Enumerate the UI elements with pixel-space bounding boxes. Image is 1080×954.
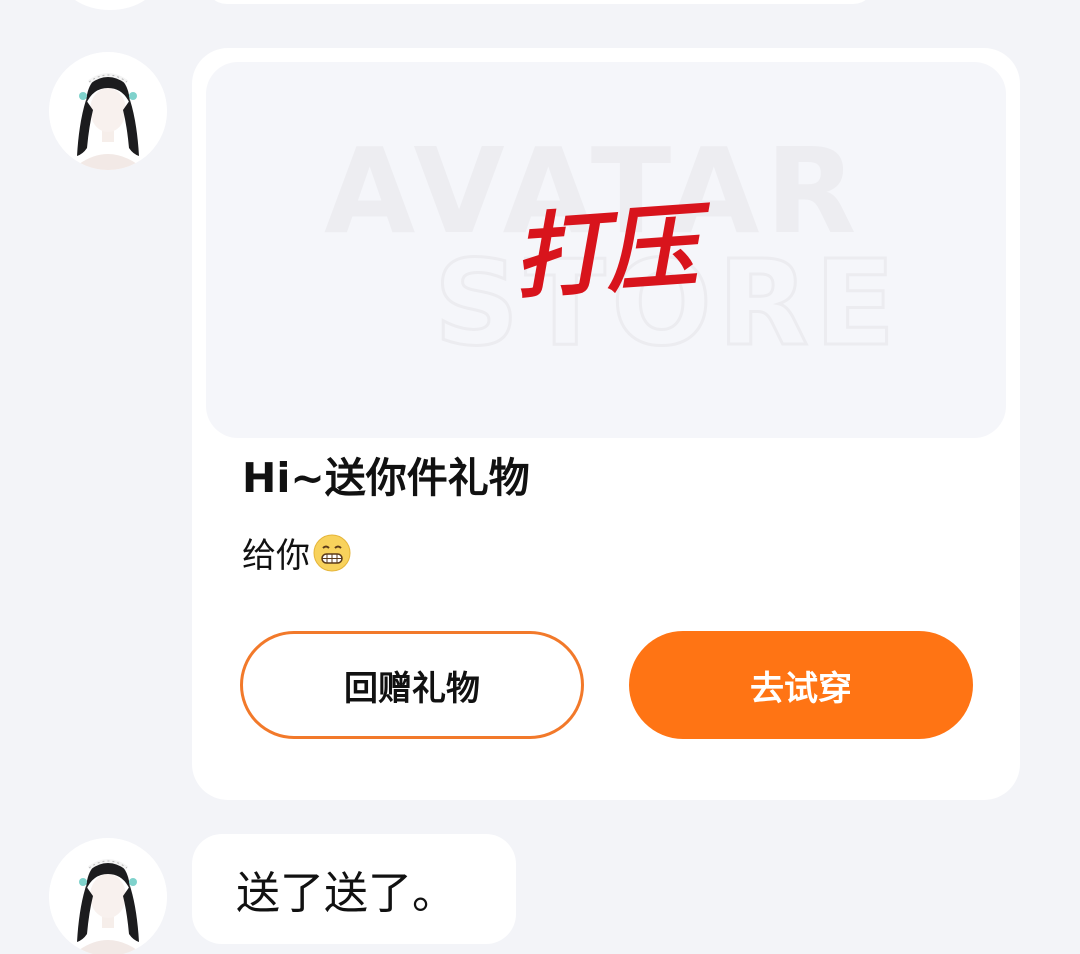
banner-item-name: 打压	[510, 191, 718, 313]
sender-avatar[interactable]	[49, 838, 167, 954]
previous-message-bubble	[205, 0, 875, 4]
text-message-bubble[interactable]: 送了送了。	[192, 834, 516, 944]
grinning-face-emoji-icon	[313, 534, 351, 571]
gift-title: Hi~送你件礼物	[242, 454, 530, 502]
avatar-girl-icon	[49, 52, 167, 170]
gift-message-text: 给你	[242, 536, 310, 576]
avatar-girl-icon	[49, 838, 167, 954]
gift-card[interactable]: AVATAR STORE 打压 Hi~送你件礼物 给你 回赠礼物 去试穿	[192, 48, 1020, 800]
previous-message-avatar[interactable]	[60, 0, 160, 10]
return-gift-button[interactable]: 回赠礼物	[240, 631, 584, 739]
gift-message: 给你	[242, 528, 352, 577]
gift-banner-image: AVATAR STORE 打压	[324, 122, 897, 374]
chat-screen: AVATAR STORE 打压 Hi~送你件礼物 给你 回赠礼物 去试穿 送了送…	[0, 0, 1080, 954]
gift-banner[interactable]: AVATAR STORE 打压	[206, 62, 1006, 438]
sender-avatar[interactable]	[49, 52, 167, 170]
try-on-button[interactable]: 去试穿	[629, 631, 973, 739]
text-message: 送了送了。	[236, 868, 456, 919]
